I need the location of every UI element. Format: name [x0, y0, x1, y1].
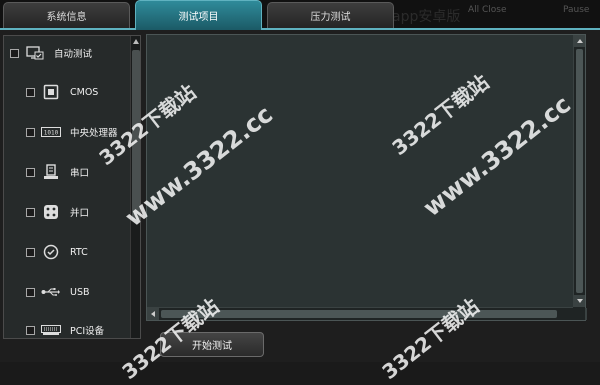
monitor-check-icon	[25, 45, 45, 61]
list-item-usb[interactable]: USB	[26, 281, 140, 303]
log-vertical-scrollbar[interactable]	[573, 35, 585, 307]
tab-stress-test[interactable]: 压力测试	[267, 2, 394, 28]
checkbox[interactable]	[26, 167, 35, 177]
header-ghost-text: app安卓版	[392, 9, 461, 25]
list-item-label: CMOS	[70, 86, 99, 98]
scroll-up-icon[interactable]	[133, 39, 139, 44]
list-item-pci[interactable]: PCI设备	[26, 319, 140, 338]
list-item-rtc[interactable]: RTC	[26, 241, 140, 263]
checkbox[interactable]	[26, 87, 35, 97]
button-label: 开始测试	[192, 341, 232, 352]
checkbox[interactable]	[26, 207, 35, 217]
checkbox[interactable]	[10, 48, 19, 58]
list-item-label: 串口	[70, 168, 90, 179]
list-scrollbar[interactable]	[130, 36, 140, 338]
list-item-auto-test[interactable]: 自动测试	[10, 42, 134, 64]
scroll-up-icon[interactable]	[574, 35, 585, 47]
scroll-corner	[573, 307, 585, 320]
clock-icon	[41, 244, 61, 260]
cpu-icon: 1010	[41, 124, 61, 140]
list-item-cmos[interactable]: CMOS	[26, 81, 140, 103]
scroll-down-icon[interactable]	[574, 295, 585, 307]
chip-icon	[41, 84, 61, 100]
checkbox[interactable]	[26, 325, 35, 335]
checkbox[interactable]	[26, 127, 35, 137]
list-item-label: 自动测试	[54, 49, 93, 60]
list-item-label: 并口	[70, 208, 90, 219]
header-ghost-text: All Close	[468, 5, 507, 15]
test-item-list: 自动测试 CMOS 1010 中央处理器 串口 并口 RTC USB PCI设备	[3, 35, 141, 339]
checkbox[interactable]	[26, 287, 35, 297]
checkbox[interactable]	[26, 247, 35, 257]
list-item-serial-port[interactable]: 串口	[26, 161, 140, 183]
pci-card-icon	[41, 322, 61, 338]
svg-text:1010: 1010	[44, 130, 59, 137]
tab-test-items[interactable]: 测试项目	[135, 0, 262, 30]
tab-system-info[interactable]: 系统信息	[3, 2, 130, 28]
tab-label: 测试项目	[178, 12, 219, 23]
header-ghost-text: Pause	[563, 5, 590, 15]
list-item-label: PCI设备	[70, 326, 105, 337]
scroll-left-icon[interactable]	[147, 308, 159, 320]
tab-label: 压力测试	[310, 12, 351, 23]
parallel-port-icon	[41, 204, 61, 220]
list-item-label: RTC	[70, 246, 88, 258]
serial-port-icon	[41, 164, 61, 180]
tab-label: 系统信息	[46, 12, 87, 23]
usb-icon	[41, 284, 61, 300]
test-log-panel[interactable]	[146, 34, 587, 321]
list-item-label: USB	[70, 286, 90, 298]
scroll-thumb[interactable]	[576, 49, 583, 293]
